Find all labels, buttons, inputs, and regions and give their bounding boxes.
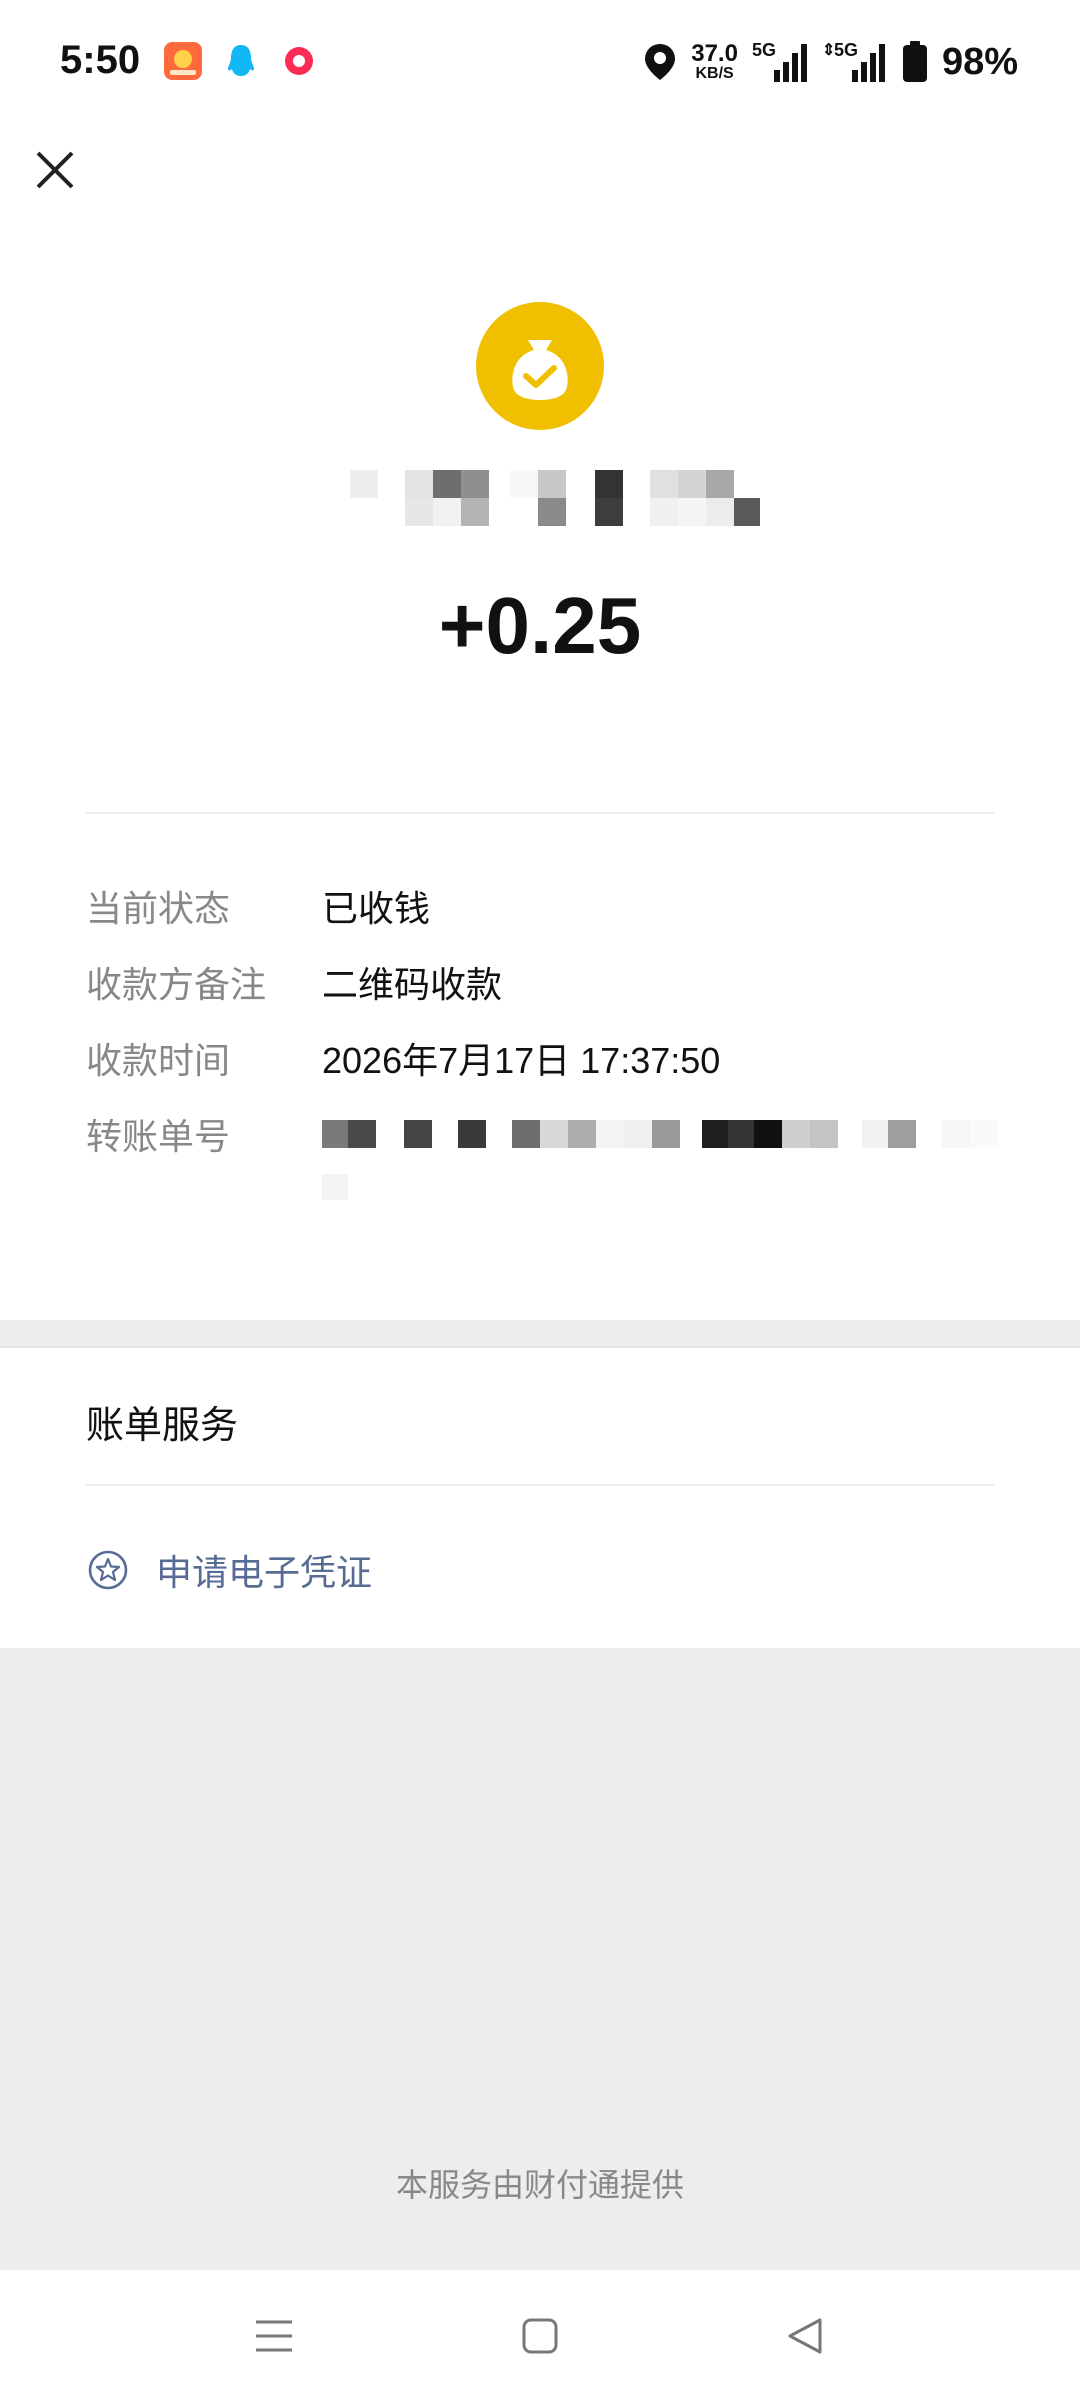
transaction-id-redacted[interactable] bbox=[322, 1116, 1002, 1206]
apply-e-voucher-label: 申请电子凭证 bbox=[156, 1553, 373, 1594]
transaction-amount: +0.25 bbox=[438, 581, 642, 670]
app-notification-icon bbox=[164, 42, 202, 80]
status-time: 5:50 bbox=[60, 38, 141, 82]
location-icon bbox=[645, 44, 676, 80]
signal-bars-icon bbox=[773, 44, 807, 82]
transaction-id-label: 转账单号 bbox=[86, 1117, 231, 1158]
home-square-icon[interactable] bbox=[516, 2312, 564, 2360]
status-label: 当前状态 bbox=[86, 889, 231, 930]
signal-2: ⇕ 5G bbox=[822, 40, 888, 84]
system-nav-bar bbox=[0, 2270, 1080, 2400]
money-bag-icon bbox=[476, 302, 604, 430]
payer-name-redacted bbox=[350, 470, 760, 526]
star-circle-icon bbox=[88, 1550, 128, 1590]
menu-icon[interactable] bbox=[250, 2312, 298, 2360]
status-bar: 5:50 37.0 KB/S 5G ⇕ 5G 98% bbox=[0, 0, 1080, 120]
status-value: 已收钱 bbox=[322, 889, 431, 930]
payee-note-value: 二维码收款 bbox=[322, 965, 503, 1006]
divider bbox=[86, 1484, 994, 1486]
notification-icons bbox=[164, 42, 318, 80]
payment-detail-screen: 5:50 37.0 KB/S 5G ⇕ 5G 98% +0.25 当前状态 已收… bbox=[0, 0, 1080, 2400]
receive-time-value: 2026年7月17日 17:37:50 bbox=[322, 1040, 721, 1081]
qq-icon bbox=[228, 45, 254, 76]
battery-percent: 98% bbox=[941, 40, 1018, 83]
video-app-icon bbox=[285, 47, 313, 75]
apply-e-voucher-link[interactable]: 申请电子凭证 bbox=[86, 1540, 372, 1600]
back-triangle-icon[interactable] bbox=[782, 2312, 830, 2360]
provider-footer: 本服务由财付通提供 bbox=[395, 2166, 684, 2204]
payee-note-label: 收款方备注 bbox=[86, 965, 267, 1006]
bill-service-title: 账单服务 bbox=[86, 1403, 239, 1447]
bill-service-section bbox=[0, 1346, 1080, 1648]
signal-1: 5G bbox=[752, 40, 808, 84]
battery-icon bbox=[902, 41, 927, 82]
signal-bars-icon bbox=[851, 44, 885, 82]
close-icon[interactable] bbox=[30, 145, 80, 195]
divider bbox=[86, 812, 994, 814]
receive-time-label: 收款时间 bbox=[86, 1041, 231, 1082]
status-right: 37.0 KB/S 5G ⇕ 5G 98% bbox=[643, 34, 1018, 90]
network-speed: 37.0 KB/S bbox=[691, 40, 738, 82]
